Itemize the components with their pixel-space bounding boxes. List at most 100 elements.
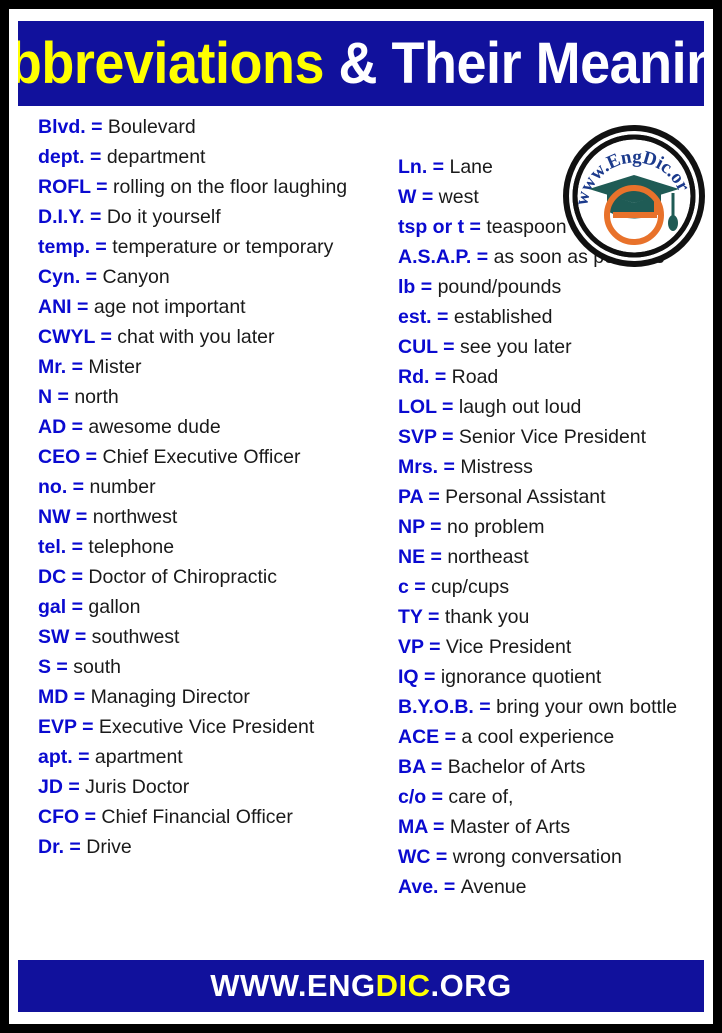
abbreviation-entry: Cyn. = Canyon — [38, 262, 390, 292]
footer-url-part2: DIC — [376, 968, 431, 1003]
abbreviation-term: EVP — [38, 716, 77, 738]
equals-sign: = — [427, 156, 449, 178]
abbreviation-term: no. — [38, 476, 67, 498]
equals-sign: = — [423, 486, 445, 508]
abbreviation-term: MA — [398, 816, 428, 838]
abbreviation-meaning: cup/cups — [431, 576, 509, 598]
equals-sign: = — [66, 416, 88, 438]
abbreviation-entry: ACE = a cool experience — [398, 722, 718, 752]
equals-sign: = — [431, 846, 453, 868]
equals-sign: = — [423, 606, 445, 628]
abbreviation-term: IQ — [398, 666, 419, 688]
abbreviation-entry: DC = Doctor of Chiropractic — [38, 562, 390, 592]
abbreviation-term: S — [38, 656, 51, 678]
abbreviation-entry: TY = thank you — [398, 602, 718, 632]
abbreviation-meaning: Vice President — [446, 636, 571, 658]
abbreviation-meaning: apartment — [95, 746, 183, 768]
abbreviation-entry: LOL = laugh out loud — [398, 392, 718, 422]
abbreviation-meaning: Mistress — [460, 456, 533, 478]
abbreviation-entry: NE = northeast — [398, 542, 718, 572]
abbreviation-entry: NW = northwest — [38, 502, 390, 532]
title-banner: Abbreviations & Their Meaning — [18, 21, 704, 106]
abbreviation-meaning: ignorance quotient — [441, 666, 601, 688]
equals-sign: = — [432, 306, 454, 328]
abbreviation-term: lb — [398, 276, 415, 298]
equals-sign: = — [424, 636, 446, 658]
abbreviation-term: tel. — [38, 536, 66, 558]
abbreviation-entry: no. = number — [38, 472, 390, 502]
abbreviation-term: Ave. — [398, 876, 438, 898]
abbreviation-entry: AD = awesome dude — [38, 412, 390, 442]
abbreviation-meaning: pound/pounds — [438, 276, 562, 298]
abbreviation-entry: est. = established — [398, 302, 718, 332]
abbreviation-term: VP — [398, 636, 424, 658]
abbreviation-meaning: Personal Assistant — [445, 486, 605, 508]
equals-sign: = — [437, 396, 459, 418]
equals-sign: = — [52, 386, 74, 408]
equals-sign: = — [438, 876, 460, 898]
abbreviation-term: MD — [38, 686, 68, 708]
abbreviation-entry: temp. = temperature or temporary — [38, 232, 390, 262]
abbreviation-term: temp. — [38, 236, 90, 258]
abbreviation-term: B.Y.O.B. — [398, 696, 474, 718]
abbreviation-entry: CUL = see you later — [398, 332, 718, 362]
abbreviation-entry: apt. = apartment — [38, 742, 390, 772]
abbreviation-meaning: Drive — [86, 836, 132, 858]
abbreviation-term: A.S.A.P. — [398, 246, 471, 268]
abbreviation-term: Mrs. — [398, 456, 438, 478]
abbreviation-entry: N = north — [38, 382, 390, 412]
abbreviation-term: WC — [398, 846, 431, 868]
abbreviation-meaning: thank you — [445, 606, 530, 628]
abbreviation-entry: SW = southwest — [38, 622, 390, 652]
equals-sign: = — [425, 756, 447, 778]
abbreviation-entry: Mrs. = Mistress — [398, 452, 718, 482]
equals-sign: = — [66, 356, 88, 378]
abbreviation-term: AD — [38, 416, 66, 438]
abbreviation-meaning: bring your own bottle — [496, 696, 677, 718]
abbreviation-entry: Rd. = Road — [398, 362, 718, 392]
abbreviation-term: PA — [398, 486, 423, 508]
equals-sign: = — [439, 726, 461, 748]
equals-sign: = — [438, 456, 460, 478]
abbreviation-term: CUL — [398, 336, 438, 358]
abbreviation-entry: CFO = Chief Financial Officer — [38, 802, 390, 832]
page-title-highlight: Abbreviations — [18, 31, 324, 96]
abbreviation-meaning: northwest — [93, 506, 178, 528]
abbreviation-entry: VP = Vice President — [398, 632, 718, 662]
abbreviation-meaning: Master of Arts — [450, 816, 570, 838]
abbreviation-entry: Blvd. = Boulevard — [38, 112, 390, 142]
abbreviation-meaning: gallon — [88, 596, 140, 618]
abbreviation-term: ROFL — [38, 176, 91, 198]
abbreviation-meaning: Mister — [88, 356, 141, 378]
equals-sign: = — [80, 446, 102, 468]
abbreviation-entry: dept. = department — [38, 142, 390, 172]
equals-sign: = — [474, 696, 496, 718]
footer-url-part1: WWW.ENG — [210, 968, 375, 1003]
abbreviation-meaning: north — [74, 386, 118, 408]
abbreviation-term: dept. — [38, 146, 85, 168]
abbreviation-meaning: rolling on the floor laughing — [113, 176, 347, 198]
abbreviation-entry: c/o = care of, — [398, 782, 718, 812]
abbreviation-term: apt. — [38, 746, 73, 768]
abbreviation-meaning: Do it yourself — [107, 206, 221, 228]
abbreviation-entry: B.Y.O.B. = bring your own bottle — [398, 692, 718, 722]
abbreviation-meaning: Doctor of Chiropractic — [88, 566, 277, 588]
equals-sign: = — [51, 656, 73, 678]
equals-sign: = — [77, 716, 99, 738]
equals-sign: = — [85, 146, 107, 168]
equals-sign: = — [64, 836, 86, 858]
equals-sign: = — [419, 666, 441, 688]
page-title: Abbreviations & Their Meaning — [18, 35, 704, 93]
abbreviation-meaning: care of, — [448, 786, 513, 808]
abbreviation-term: BA — [398, 756, 425, 778]
footer-url: WWW.ENGDIC.ORG — [210, 968, 511, 1004]
abbreviation-entry: lb = pound/pounds — [398, 272, 718, 302]
abbreviation-term: SVP — [398, 426, 437, 448]
abbreviation-term: W — [398, 186, 416, 208]
abbreviation-meaning: number — [89, 476, 155, 498]
engdic-logo-icon: www.EngDic.org — [563, 125, 705, 267]
equals-sign: = — [464, 216, 486, 238]
abbreviation-meaning: Lane — [449, 156, 492, 178]
equals-sign: = — [86, 116, 108, 138]
page-title-rest: & Their Meaning — [324, 31, 704, 96]
